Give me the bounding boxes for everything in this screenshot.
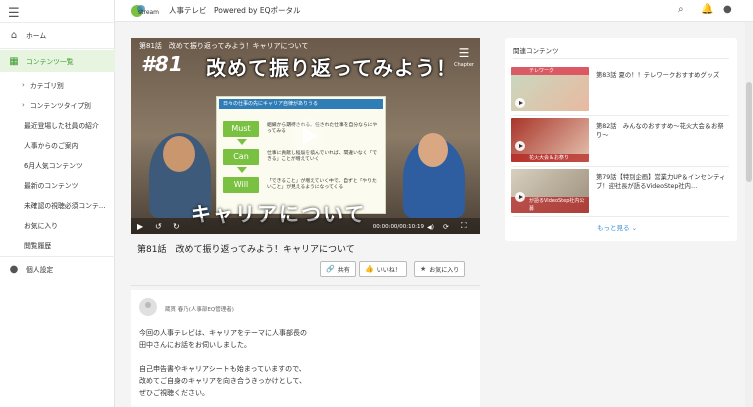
speaker-left-face — [163, 136, 195, 172]
step-can: Can — [223, 149, 259, 165]
sidebar-item-history[interactable]: 閲覧履歴 — [0, 234, 115, 256]
sidebar-item-home[interactable]: ⌂ ホーム — [0, 24, 115, 46]
related-content-panel: 関連コンテンツ テレワーク 第83話 夏の！！テレワークおすすめグッズ 花火大会… — [505, 38, 737, 241]
content-icon: ▦ — [9, 55, 19, 67]
arrow-down-icon — [237, 167, 247, 173]
account-icon[interactable]: ● — [723, 4, 732, 15]
chevron-right-icon: › — [22, 101, 25, 109]
related-thumbnail[interactable]: が語るVideoStep社内公募 — [511, 169, 589, 213]
play-button[interactable] — [290, 118, 326, 154]
star-icon: ★ — [420, 265, 427, 273]
description-line: 今回の人事テレビは、キャリアをテーマに人事部長の — [139, 329, 307, 337]
bell-icon[interactable]: 🔔 — [701, 4, 713, 15]
rewind-10-icon[interactable]: ↺ — [155, 222, 162, 231]
divider — [513, 115, 729, 116]
presentation-slide: 日々の仕事の先にキャリア自律がありうる Must 組織から期待される、任された仕… — [216, 96, 386, 214]
divider — [0, 22, 115, 23]
scrollbar-thumb[interactable] — [746, 82, 752, 182]
play-icon — [515, 98, 525, 108]
video-overlay-title: 第81話 改めて振り返ってみよう！キャリアについて — [139, 42, 309, 50]
divider — [0, 256, 115, 257]
scrollbar[interactable] — [745, 22, 753, 407]
step-will-text: 「できること」が増えていく中で、自ずと「やりたいこと」が見えるようになってくる — [267, 179, 377, 190]
home-icon: ⌂ — [10, 29, 18, 41]
divider — [513, 166, 729, 167]
link-icon: 🔗 — [326, 265, 335, 273]
sidebar-item-content-type[interactable]: › コンテンツタイプ別 — [0, 94, 115, 116]
step-can-text: 仕事に貢献し経験を積んでいれば、間違いなく「できる」ことが増えていく — [267, 151, 378, 162]
chapter-list-icon[interactable]: ☰ — [456, 46, 472, 60]
step-must: Must — [223, 121, 259, 137]
menu-icon[interactable]: ☰ — [8, 6, 20, 21]
related-thumbnail[interactable]: テレワーク — [511, 67, 589, 111]
divider — [513, 216, 729, 217]
sidebar-item-category[interactable]: › カテゴリ別 — [0, 74, 115, 96]
video-player[interactable]: 第81話 改めて振り返ってみよう！キャリアについて #81 改めて振り返ってみよ… — [131, 38, 480, 234]
chevron-right-icon: › — [22, 81, 25, 89]
show-more-link[interactable]: もっと見る ⌄ — [597, 222, 637, 232]
speaker-right-face — [418, 133, 448, 167]
svg-text:stream: stream — [138, 9, 159, 16]
related-title[interactable]: 第82話 みんなのおすすめ〜花火大会＆お祭り〜 — [596, 122, 730, 140]
sidebar-item-hr-info[interactable]: 人事からのご案内 — [0, 134, 115, 156]
related-title[interactable]: 第83話 夏の！！テレワークおすすめグッズ — [596, 71, 730, 80]
chapter-label: Chapter — [454, 62, 474, 68]
episode-badge: #81 — [141, 52, 183, 76]
search-icon[interactable]: ⌕ — [678, 4, 684, 15]
sidebar-item-settings[interactable]: ● 個人設定 — [0, 258, 115, 280]
sidebar-item-latest[interactable]: 最新のコンテンツ — [0, 174, 115, 196]
like-button[interactable]: 👍 いいね！ — [359, 261, 407, 277]
author-name: 蔵貫 春乃(人事部EQ管理者) — [165, 307, 234, 313]
video-timecode: 00:00:00/00:10:19 — [372, 224, 424, 230]
sidebar-item-content-list[interactable]: ▦ コンテンツ一覧 — [0, 50, 115, 72]
play-icon[interactable]: ▶ — [137, 222, 143, 231]
divider — [0, 48, 115, 49]
fullscreen-icon[interactable]: ⛶ — [461, 221, 467, 231]
slide-header: 日々の仕事の先にキャリア自律がありうる — [219, 99, 383, 109]
divider — [513, 58, 729, 59]
sidebar-item-recent-employees[interactable]: 最近登場した社員の紹介 — [0, 114, 115, 136]
forward-10-icon[interactable]: ↻ — [173, 222, 180, 231]
related-title[interactable]: 第79話【特別企画】営業力UP＆インセンティブ！迎社長が語るVideoStep社… — [596, 173, 730, 191]
brand-title: 人事テレビ Powered by EQポータル — [169, 6, 301, 15]
arrow-down-icon — [237, 139, 247, 145]
volume-icon[interactable]: ◀) — [427, 224, 434, 231]
play-icon — [515, 141, 525, 151]
video-title: 第81話 改めて振り返ってみよう！キャリアについて — [137, 245, 355, 255]
chevron-down-icon: ⌄ — [631, 224, 638, 232]
thumbs-up-icon: 👍 — [365, 265, 374, 273]
play-icon — [515, 192, 525, 202]
description-line: 自己申告書やキャリアシートも始まっていますので、 — [139, 365, 306, 373]
favorite-button[interactable]: ★ お気に入り — [414, 261, 466, 277]
player-controls: ▶ ↺ ↻ 00:00:00/00:10:19 ◀) ⟳ ⛶ — [131, 218, 480, 234]
description-card: 蔵貫 春乃(人事部EQ管理者) 今回の人事テレビは、キャリアをテーマに人事部長の… — [131, 290, 480, 407]
related-thumbnail[interactable]: 花火大会＆お祭り — [511, 118, 589, 162]
description-line: 改めてご自身のキャリアを向き合うきっかけとして、 — [139, 377, 307, 385]
share-button[interactable]: 🔗 共有 — [320, 261, 356, 277]
stream-logo[interactable]: stream — [129, 2, 159, 20]
top-bar: stream 人事テレビ Powered by EQポータル ⌕ 🔔 ● — [115, 0, 753, 22]
video-headline: 改めて振り返ってみよう！ — [206, 56, 457, 80]
divider — [131, 285, 480, 286]
description-line: 田中さんにお話をお伺いしました。 — [139, 341, 251, 349]
sidebar-item-popular[interactable]: 6月人気コンテンツ — [0, 154, 115, 176]
sidebar-item-favorites[interactable]: お気に入り — [0, 214, 115, 236]
step-will: Will — [223, 177, 259, 193]
description-line: ぜひご視聴ください。 — [139, 389, 209, 397]
avatar — [139, 298, 157, 316]
sidebar-item-unwatched-required[interactable]: 未確認の視聴必須コンテ… — [0, 194, 115, 216]
speed-icon[interactable]: ⟳ — [443, 223, 449, 231]
user-icon: ● — [9, 263, 19, 275]
related-heading: 関連コンテンツ — [513, 47, 559, 55]
sidebar: ☰ ⌂ ホーム ▦ コンテンツ一覧 › カテゴリ別 › コンテンツタイプ別 最近… — [0, 0, 115, 407]
